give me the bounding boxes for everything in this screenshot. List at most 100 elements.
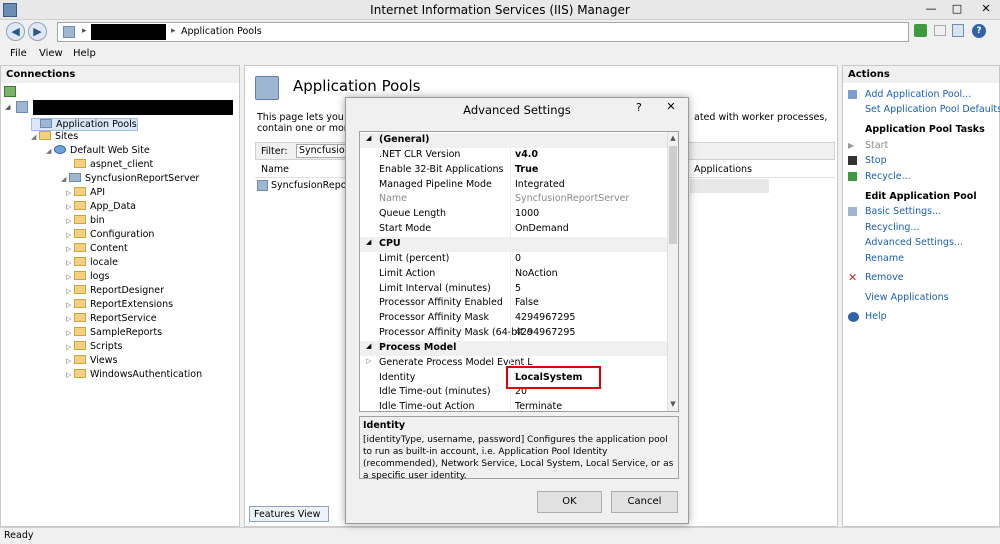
property-value[interactable]: 4294967295	[515, 327, 665, 338]
property-value[interactable]: OnDemand	[515, 223, 665, 234]
expand-arrow-icon[interactable]: ▷	[66, 259, 74, 267]
minimize-button[interactable]: —	[918, 0, 944, 18]
action-rename[interactable]: Rename	[865, 253, 904, 264]
tree-item[interactable]: ▷ API	[66, 187, 105, 200]
action-recycle[interactable]: Recycle...	[865, 171, 911, 182]
close-window-button[interactable]: ✕	[972, 0, 1000, 18]
expand-arrow-icon[interactable]: ▷	[66, 245, 74, 253]
tree-item[interactable]: ▷ App_Data	[66, 201, 136, 214]
collapse-arrow-icon[interactable]: ◢	[366, 134, 371, 142]
expand-arrow-icon[interactable]: ◢	[5, 103, 10, 111]
expand-arrow-icon[interactable]: ▷	[66, 203, 74, 211]
help-icon[interactable]: ?	[972, 24, 986, 38]
property-value[interactable]: NoAction	[515, 268, 665, 279]
property-row[interactable]: Start Mode OnDemand	[360, 222, 667, 238]
expand-arrow-icon[interactable]: ▷	[366, 357, 371, 365]
property-scrollbar[interactable]: ▲ ▼	[667, 132, 678, 411]
action-set-application-pool-defaults[interactable]: Set Application Pool Defaults...	[865, 104, 1000, 115]
ok-button[interactable]: OK	[537, 491, 602, 513]
property-value[interactable]: True	[515, 164, 665, 175]
tree-item[interactable]: ◢ Default Web Site	[46, 145, 150, 158]
action-add-application-pool[interactable]: Add Application Pool...	[865, 89, 971, 100]
dialog-help-button[interactable]: ?	[636, 101, 642, 114]
tree-item[interactable]: aspnet_client	[66, 159, 153, 172]
property-value[interactable]: 1000	[515, 208, 665, 219]
tree-item[interactable]: ▷ ReportDesigner	[66, 285, 164, 298]
expand-arrow-icon[interactable]: ▷	[66, 315, 74, 323]
action-basic-settings[interactable]: Basic Settings...	[865, 206, 941, 217]
property-category[interactable]: ◢ (General)	[360, 133, 667, 148]
tree-item[interactable]: ◢ Sites	[31, 131, 78, 144]
property-row[interactable]: Queue Length 1000	[360, 207, 667, 223]
property-row[interactable]: Limit Action NoAction	[360, 266, 667, 282]
property-row[interactable]: Limit (percent) 0	[360, 251, 667, 267]
scroll-up-icon[interactable]: ▲	[668, 134, 678, 142]
tree-item[interactable]: ◢ SyncfusionReportServer	[61, 173, 199, 186]
property-category[interactable]: ◢ Process Model	[360, 340, 667, 356]
tree-item[interactable]: ▷ WindowsAuthentication	[66, 369, 202, 382]
address-box[interactable]: ▸ ▸ Application Pools	[57, 22, 909, 42]
expand-arrow-icon[interactable]: ▷	[66, 329, 74, 337]
tree-item[interactable]: ▷ ReportService	[66, 313, 157, 326]
tree-item[interactable]: ▷ Views	[66, 355, 118, 368]
tree-item[interactable]: ▷ logs	[66, 271, 109, 284]
maximize-button[interactable]: □	[944, 0, 970, 18]
home-icon[interactable]	[952, 24, 964, 37]
property-value[interactable]: SyncfusionReportServer	[515, 193, 665, 204]
property-row[interactable]: Enable 32-Bit Applications True	[360, 162, 667, 178]
expand-arrow-icon[interactable]: ▷	[66, 371, 74, 379]
dialog-close-button[interactable]: ✕	[654, 98, 688, 116]
expand-arrow-icon[interactable]: ▷	[66, 357, 74, 365]
action-recycling[interactable]: Recycling...	[865, 222, 919, 233]
expand-arrow-icon[interactable]: ▷	[66, 217, 74, 225]
property-row[interactable]: Managed Pipeline Mode Integrated	[360, 177, 667, 193]
expand-arrow-icon[interactable]: ▷	[66, 231, 74, 239]
expand-arrow-icon[interactable]: ▷	[66, 287, 74, 295]
scroll-thumb[interactable]	[669, 146, 677, 244]
property-value[interactable]: Integrated	[515, 179, 665, 190]
back-button[interactable]: ◀	[6, 22, 25, 41]
property-row[interactable]: Idle Time-out Action Terminate	[360, 400, 667, 411]
tree-item[interactable]: ▷ Content	[66, 243, 128, 256]
cancel-button[interactable]: Cancel	[611, 491, 678, 513]
collapse-arrow-icon[interactable]: ◢	[366, 238, 371, 246]
collapse-arrow-icon[interactable]: ◢	[366, 342, 371, 350]
property-value[interactable]: 5	[515, 283, 665, 294]
action-advanced-settings[interactable]: Advanced Settings...	[865, 237, 963, 248]
tree-item[interactable]: ▷ SampleReports	[66, 327, 162, 340]
menu-view[interactable]: View	[39, 48, 63, 59]
property-value[interactable]: False	[515, 297, 665, 308]
tree-item[interactable]: ▷ ReportExtensions	[66, 299, 173, 312]
tree-item[interactable]: Application Pools	[31, 118, 138, 131]
stop-nav-icon[interactable]	[934, 25, 946, 36]
features-view-tab[interactable]: Features View	[249, 506, 329, 522]
forward-button[interactable]: ▶	[28, 22, 47, 41]
expand-arrow-icon[interactable]: ◢	[31, 133, 39, 141]
property-value[interactable]: 4294967295	[515, 312, 665, 323]
property-value[interactable]: 0	[515, 253, 665, 264]
menu-file[interactable]: File	[10, 48, 27, 59]
action-stop[interactable]: Stop	[865, 155, 887, 166]
expand-arrow-icon[interactable]: ▷	[66, 189, 74, 197]
property-row[interactable]: Name SyncfusionReportServer	[360, 192, 667, 208]
property-row[interactable]: Processor Affinity Enabled False	[360, 296, 667, 312]
property-value[interactable]: Terminate	[515, 401, 665, 411]
expand-arrow-icon[interactable]: ▷	[66, 273, 74, 281]
tree-item[interactable]: ▷ Configuration	[66, 229, 154, 242]
connect-icon[interactable]	[4, 86, 16, 97]
expand-arrow-icon[interactable]: ◢	[61, 175, 69, 183]
action-remove[interactable]: Remove	[865, 272, 904, 283]
property-row[interactable]: .NET CLR Version v4.0	[360, 147, 667, 163]
scroll-down-icon[interactable]: ▼	[668, 400, 678, 408]
action-help[interactable]: Help	[865, 311, 887, 322]
tree-item[interactable]: ▷ locale	[66, 257, 118, 270]
refresh-icon[interactable]	[914, 24, 927, 37]
breadcrumb-application-pools[interactable]: Application Pools	[181, 26, 262, 37]
expand-arrow-icon[interactable]: ▷	[66, 343, 74, 351]
property-row[interactable]: Processor Affinity Mask (64-bit o 4294967…	[360, 326, 667, 342]
property-row[interactable]: Limit Interval (minutes) 5	[360, 281, 667, 297]
action-view-applications[interactable]: View Applications	[865, 292, 949, 303]
property-value[interactable]: v4.0	[515, 149, 665, 160]
property-row[interactable]: Processor Affinity Mask 4294967295	[360, 311, 667, 327]
column-name[interactable]: Name	[261, 164, 289, 175]
